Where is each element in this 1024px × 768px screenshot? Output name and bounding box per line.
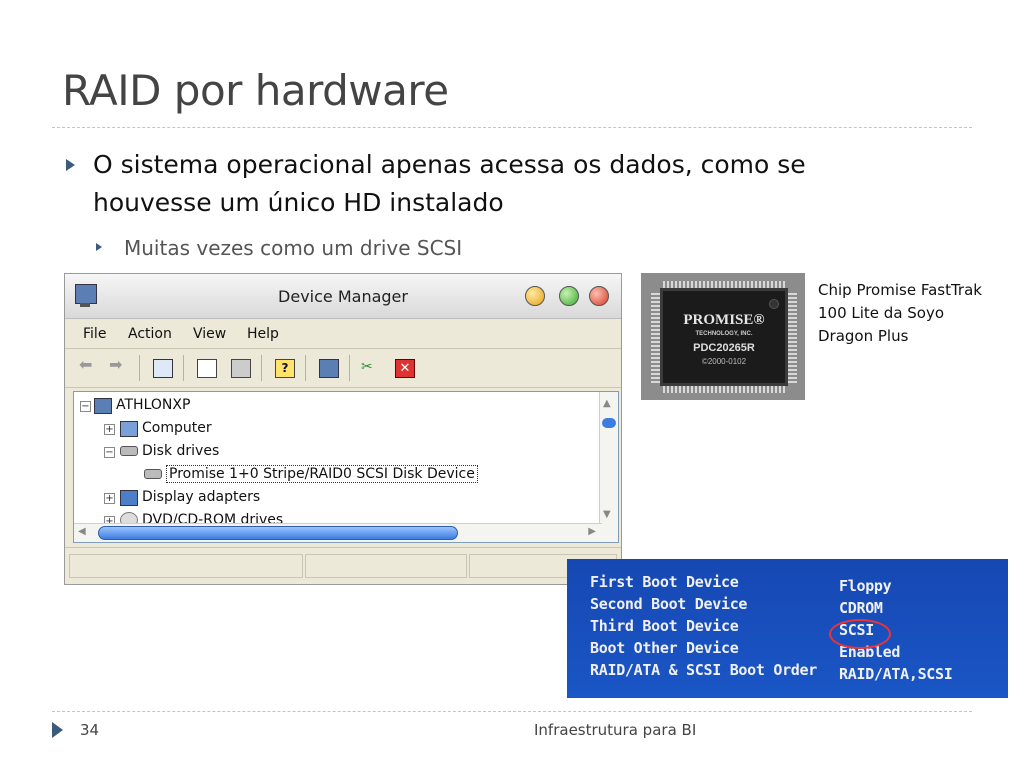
close-button[interactable] <box>589 286 609 306</box>
toolbar-separator <box>305 355 306 381</box>
tree-item-raid-disk[interactable]: Promise 1+0 Stripe/RAID0 SCSI Disk Devic… <box>166 465 478 483</box>
status-bar <box>65 547 621 584</box>
bios-label: Second Boot Device <box>590 595 748 613</box>
chip-pins <box>663 383 785 393</box>
disk-drive-icon <box>120 446 138 456</box>
tree-item-display-adapters[interactable]: Display adapters <box>142 489 260 505</box>
computer-icon <box>120 421 138 437</box>
properties-icon[interactable] <box>197 359 217 378</box>
footer-arrow-icon <box>52 722 63 738</box>
menu-help[interactable]: Help <box>247 326 279 342</box>
menu-bar: File Action View Help <box>65 318 621 349</box>
bios-value: Floppy <box>839 577 892 595</box>
status-cell <box>69 554 303 578</box>
tree-item-disk-drives[interactable]: Disk drives <box>142 443 219 459</box>
bios-label: RAID/ATA & SCSI Boot Order <box>590 661 818 679</box>
highlight-circle <box>829 619 891 649</box>
status-cell <box>305 554 467 578</box>
horizontal-scrollbar[interactable]: ◀ ▶ <box>74 523 602 542</box>
show-hide-console-icon[interactable] <box>153 359 173 378</box>
bullet-level-1: O sistema operacional apenas acessa os d… <box>66 146 896 222</box>
collapse-icon[interactable]: − <box>104 447 115 458</box>
forward-arrow-icon[interactable]: ➡ <box>109 355 127 374</box>
page-number: 34 <box>80 721 100 739</box>
bullet-arrow-icon <box>66 159 75 171</box>
uninstall-device-icon[interactable]: ✕ <box>395 359 415 378</box>
chip-pins <box>663 281 785 291</box>
toolbar-separator <box>349 355 350 381</box>
scroll-down-icon[interactable]: ▼ <box>603 509 611 520</box>
help-icon[interactable]: ? <box>275 359 295 378</box>
computer-icon <box>94 398 112 414</box>
menu-view[interactable]: View <box>193 326 226 342</box>
tree-item-root[interactable]: ATHLONXP <box>116 397 190 413</box>
chip-caption: Chip Promise FastTrak 100 Lite da Soyo D… <box>818 281 982 345</box>
bios-label: Boot Other Device <box>590 639 739 657</box>
scan-hardware-icon[interactable] <box>319 359 339 378</box>
bios-label: Third Boot Device <box>590 617 739 635</box>
scroll-left-icon[interactable]: ◀ <box>78 526 86 537</box>
chip-pins <box>785 291 797 383</box>
print-icon[interactable] <box>231 359 251 378</box>
bios-label: First Boot Device <box>590 573 739 591</box>
display-adapter-icon <box>120 490 138 506</box>
chip-subtitle: TECHNOLOGY, INC. <box>695 331 753 337</box>
disk-drive-icon <box>144 469 162 479</box>
bios-value: RAID/ATA,SCSI <box>839 665 953 683</box>
slide-title: RAID por hardware <box>62 66 449 115</box>
expand-icon[interactable]: + <box>104 493 115 504</box>
chip-code: ©2000-0102 <box>701 357 747 366</box>
chip-pins <box>651 291 663 383</box>
menu-file[interactable]: File <box>83 326 106 342</box>
menu-action[interactable]: Action <box>128 326 172 342</box>
bios-value: CDROM <box>839 599 883 617</box>
scroll-thumb[interactable] <box>602 418 616 428</box>
scroll-thumb[interactable] <box>98 526 458 540</box>
bios-boot-settings: First Boot Device Floppy Second Boot Dev… <box>567 559 1008 698</box>
bullet-level-2: Muitas vezes como um drive SCSI <box>96 236 462 260</box>
disable-device-icon[interactable]: ✂ <box>361 359 379 376</box>
collapse-icon[interactable]: − <box>80 401 91 412</box>
chip-model: PDC20265R <box>693 342 755 354</box>
window-titlebar: Device Manager <box>65 274 621 319</box>
toolbar: ⬅ ➡ ? ✂ ✕ <box>65 349 621 388</box>
device-tree: − ATHLONXP + Computer − Disk drives Prom… <box>73 391 619 543</box>
chip-body: PROMISE® TECHNOLOGY, INC. PDC20265R ©200… <box>663 291 785 383</box>
bullet-text: O sistema operacional apenas acessa os d… <box>93 150 806 217</box>
scroll-right-icon[interactable]: ▶ <box>588 526 596 537</box>
chip-orientation-dot <box>769 299 779 309</box>
device-manager-window: Device Manager File Action View Help ⬅ ➡… <box>64 273 622 585</box>
toolbar-separator <box>139 355 140 381</box>
back-arrow-icon[interactable]: ⬅ <box>79 355 97 374</box>
scroll-up-icon[interactable]: ▲ <box>603 398 611 409</box>
footer-text: Infraestrutura para BI <box>534 721 697 739</box>
toolbar-separator <box>183 355 184 381</box>
chip-brand: PROMISE® <box>683 312 765 328</box>
minimize-button[interactable] <box>525 286 545 306</box>
toolbar-separator <box>261 355 262 381</box>
footer-divider <box>52 711 972 712</box>
title-divider <box>52 127 972 128</box>
vertical-scrollbar[interactable]: ▲ ▼ <box>599 392 618 542</box>
chip-photo: PROMISE® TECHNOLOGY, INC. PDC20265R ©200… <box>641 273 805 400</box>
maximize-button[interactable] <box>559 286 579 306</box>
bullet-text: Muitas vezes como um drive SCSI <box>124 236 463 260</box>
tree-item-computer[interactable]: Computer <box>142 420 212 436</box>
bullet-arrow-icon <box>96 243 102 251</box>
expand-icon[interactable]: + <box>104 424 115 435</box>
